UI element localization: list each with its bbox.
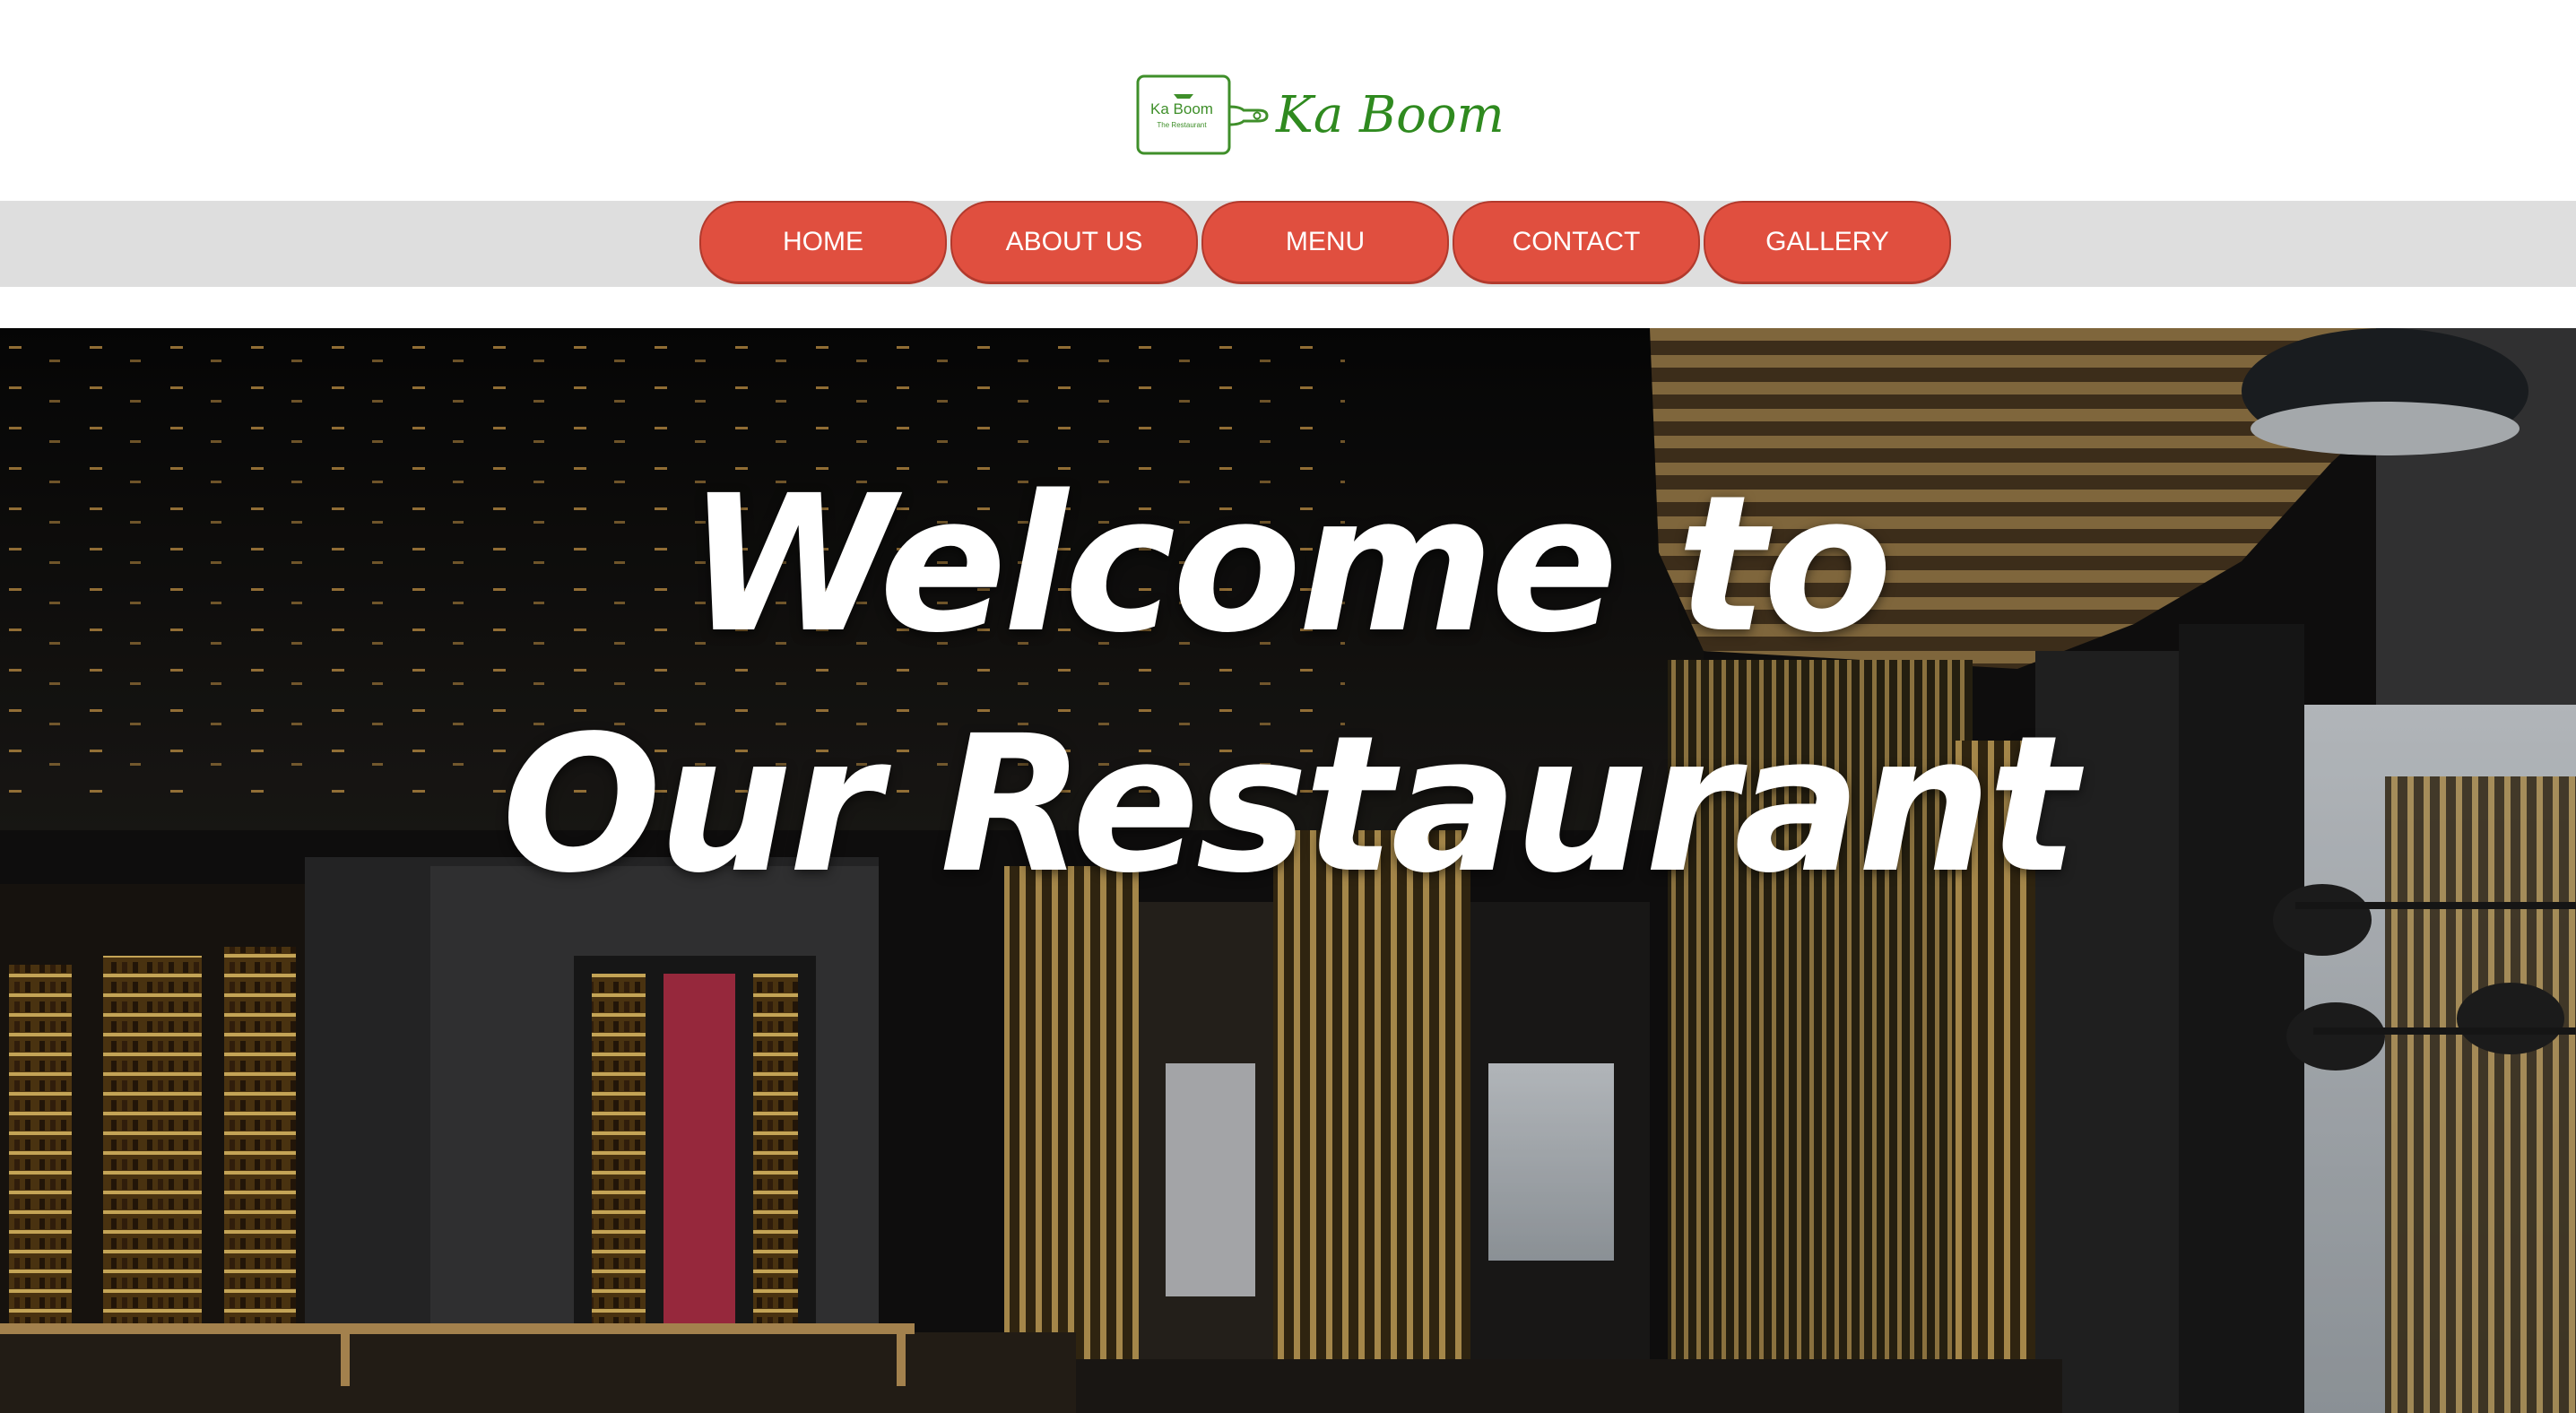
main-nav: HOME ABOUT US MENU CONTACT GALLERY (699, 201, 1951, 287)
hero-title-line-2: Our Restaurant (501, 695, 2077, 915)
nav-contact-button[interactable]: CONTACT (1453, 201, 1700, 284)
page: Ka Boom The Restaurant Ka Boom HOME ABOU… (0, 0, 2576, 1413)
nav-about-us-button[interactable]: ABOUT US (950, 201, 1198, 284)
hero-section: Welcome to Our Restaurant (0, 328, 2576, 1413)
hero-title: Welcome to Our Restaurant (0, 445, 2576, 925)
cutting-board-icon: Ka Boom The Restaurant (1136, 74, 1269, 157)
site-header: Ka Boom The Restaurant Ka Boom (0, 0, 2576, 201)
logo-board-text: Ka Boom (1150, 100, 1213, 117)
nav-gallery-button[interactable]: GALLERY (1704, 201, 1951, 284)
site-logo[interactable]: Ka Boom The Restaurant Ka Boom (1136, 74, 1505, 158)
nav-menu-button[interactable]: MENU (1201, 201, 1449, 284)
brand-name: Ka Boom (1276, 86, 1505, 144)
hero-title-line-1: Welcome to (687, 455, 1892, 674)
logo-board-subtext: The Restaurant (1157, 121, 1207, 129)
nav-home-button[interactable]: HOME (699, 201, 947, 284)
